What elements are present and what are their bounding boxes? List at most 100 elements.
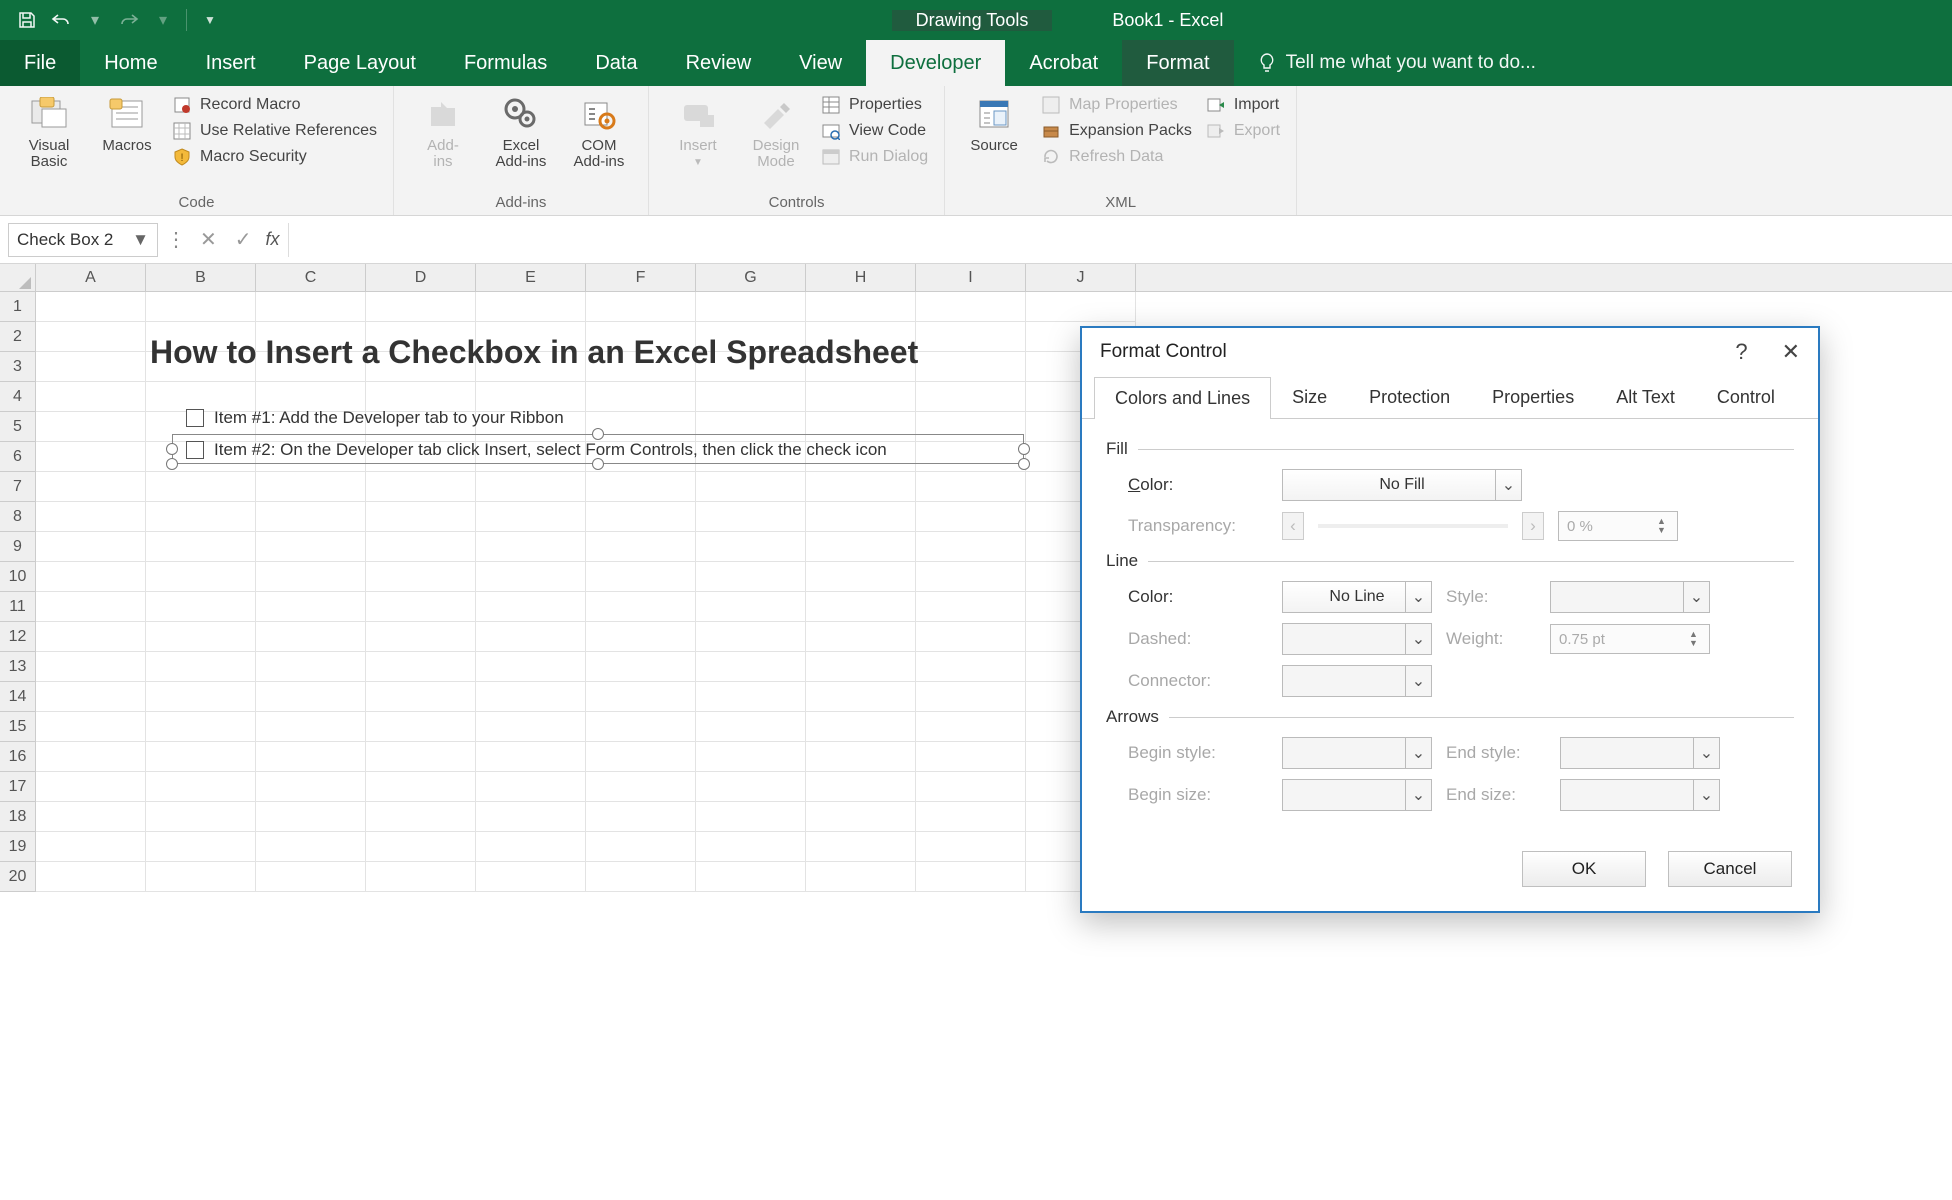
cancel-button[interactable]: Cancel xyxy=(1668,851,1792,887)
cell[interactable] xyxy=(476,622,586,652)
row-header[interactable]: 5 xyxy=(0,412,36,442)
qat-undo-dropdown-icon[interactable]: ▾ xyxy=(82,7,108,33)
cell[interactable] xyxy=(696,292,806,322)
cell[interactable] xyxy=(476,712,586,742)
row-header[interactable]: 20 xyxy=(0,862,36,892)
cell[interactable] xyxy=(36,292,146,322)
cell[interactable] xyxy=(36,862,146,892)
tab-developer[interactable]: Developer xyxy=(866,40,1005,86)
properties-button[interactable]: Properties xyxy=(817,94,932,116)
tell-me[interactable]: Tell me what you want to do... xyxy=(1234,40,1536,86)
cell[interactable] xyxy=(256,502,366,532)
cell[interactable] xyxy=(696,772,806,802)
cell[interactable] xyxy=(586,802,696,832)
tab-page-layout[interactable]: Page Layout xyxy=(280,40,440,86)
selection-handle[interactable] xyxy=(1018,458,1030,470)
cell[interactable] xyxy=(806,532,916,562)
cell[interactable] xyxy=(36,322,146,352)
cell[interactable] xyxy=(366,682,476,712)
cell[interactable] xyxy=(146,652,256,682)
cell[interactable] xyxy=(916,652,1026,682)
dialog-tab-size[interactable]: Size xyxy=(1271,376,1348,418)
cell[interactable] xyxy=(256,532,366,562)
cell[interactable] xyxy=(806,802,916,832)
cell[interactable] xyxy=(476,682,586,712)
view-code-button[interactable]: View Code xyxy=(817,120,932,142)
cell[interactable] xyxy=(36,622,146,652)
cell[interactable] xyxy=(256,292,366,322)
cell[interactable] xyxy=(476,562,586,592)
cell[interactable] xyxy=(476,772,586,802)
cell[interactable] xyxy=(476,832,586,862)
column-header[interactable]: D xyxy=(366,264,476,291)
cell[interactable] xyxy=(256,832,366,862)
dialog-tab-colors-and-lines[interactable]: Colors and Lines xyxy=(1094,377,1271,419)
cell[interactable] xyxy=(476,802,586,832)
visual-basic-button[interactable]: Visual Basic xyxy=(12,92,86,170)
cell[interactable] xyxy=(806,622,916,652)
cell[interactable] xyxy=(366,592,476,622)
cell[interactable] xyxy=(36,412,146,442)
cell[interactable] xyxy=(366,562,476,592)
cell[interactable] xyxy=(696,682,806,712)
help-icon[interactable]: ? xyxy=(1735,339,1747,365)
cell[interactable] xyxy=(256,682,366,712)
cell[interactable] xyxy=(586,682,696,712)
tab-data[interactable]: Data xyxy=(571,40,661,86)
cell[interactable] xyxy=(36,832,146,862)
cell[interactable] xyxy=(476,472,586,502)
cell[interactable] xyxy=(366,772,476,802)
cell[interactable] xyxy=(586,622,696,652)
cell[interactable] xyxy=(366,712,476,742)
column-header[interactable]: B xyxy=(146,264,256,291)
row-header[interactable]: 15 xyxy=(0,712,36,742)
cell[interactable] xyxy=(256,622,366,652)
cell[interactable] xyxy=(476,592,586,622)
cell[interactable] xyxy=(476,532,586,562)
cell[interactable] xyxy=(586,742,696,772)
cell[interactable] xyxy=(366,292,476,322)
tab-home[interactable]: Home xyxy=(80,40,181,86)
cell[interactable] xyxy=(916,832,1026,862)
cell[interactable] xyxy=(696,802,806,832)
column-header[interactable]: F xyxy=(586,264,696,291)
cell[interactable] xyxy=(586,292,696,322)
cell[interactable] xyxy=(36,382,146,412)
cell[interactable] xyxy=(806,592,916,622)
cell[interactable] xyxy=(696,712,806,742)
row-header[interactable]: 9 xyxy=(0,532,36,562)
column-header[interactable]: E xyxy=(476,264,586,291)
dialog-tab-protection[interactable]: Protection xyxy=(1348,376,1471,418)
cell[interactable] xyxy=(586,502,696,532)
row-header[interactable]: 16 xyxy=(0,742,36,772)
cell[interactable] xyxy=(916,352,1026,382)
insert-control-button[interactable]: Insert ▼ xyxy=(661,92,735,170)
cell[interactable] xyxy=(146,712,256,742)
cell[interactable] xyxy=(586,652,696,682)
cell[interactable] xyxy=(36,802,146,832)
com-addins-button[interactable]: COM Add-ins xyxy=(562,92,636,170)
cell[interactable] xyxy=(366,532,476,562)
select-all-corner[interactable] xyxy=(0,264,36,291)
cell[interactable] xyxy=(476,292,586,322)
cell[interactable] xyxy=(36,772,146,802)
enter-formula-icon[interactable]: ✓ xyxy=(235,227,252,252)
cell[interactable] xyxy=(146,502,256,532)
cell[interactable] xyxy=(916,712,1026,742)
cell[interactable] xyxy=(586,382,696,412)
cell[interactable] xyxy=(916,682,1026,712)
row-header[interactable]: 3 xyxy=(0,352,36,382)
cell[interactable] xyxy=(366,622,476,652)
row-header[interactable]: 18 xyxy=(0,802,36,832)
dialog-tab-alt-text[interactable]: Alt Text xyxy=(1595,376,1696,418)
cell[interactable] xyxy=(696,502,806,532)
tab-formulas[interactable]: Formulas xyxy=(440,40,571,86)
cell[interactable] xyxy=(696,382,806,412)
cell[interactable] xyxy=(366,472,476,502)
cell[interactable] xyxy=(806,712,916,742)
macros-button[interactable]: Macros xyxy=(90,92,164,170)
refresh-data-button[interactable]: Refresh Data xyxy=(1037,146,1196,168)
cell[interactable] xyxy=(366,742,476,772)
cell[interactable] xyxy=(696,532,806,562)
record-macro-button[interactable]: Record Macro xyxy=(168,94,381,116)
